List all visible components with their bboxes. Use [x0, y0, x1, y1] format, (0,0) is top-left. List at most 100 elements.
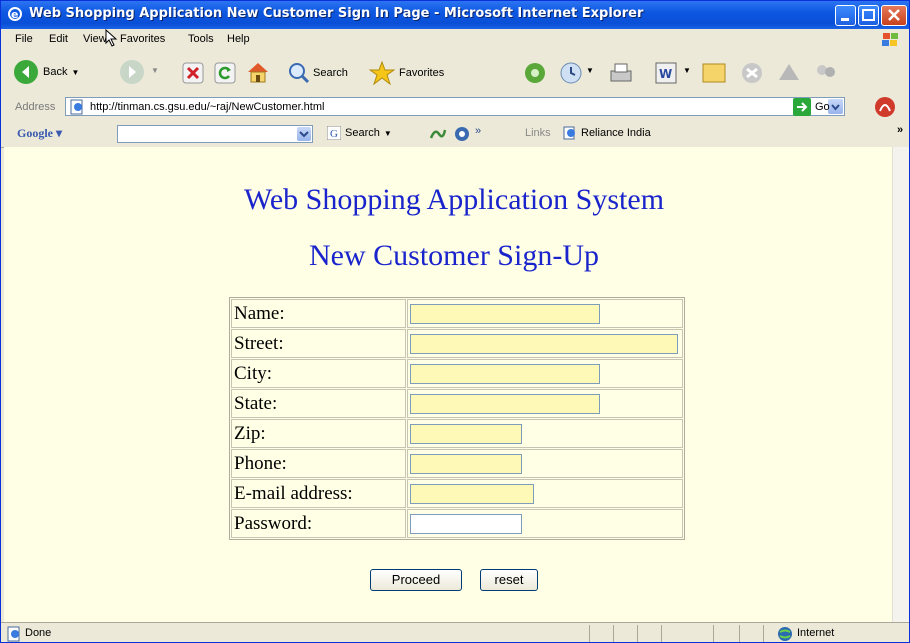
status-text: Done [25, 627, 52, 639]
form-row-street: Street: [231, 329, 683, 358]
forward-dropdown-icon[interactable]: ▼ [151, 66, 159, 75]
forward-arrow-icon [120, 60, 144, 84]
menu-file[interactable]: File [15, 33, 33, 45]
menu-edit[interactable]: Edit [49, 33, 68, 45]
city-input[interactable] [410, 363, 600, 384]
vertical-scrollbar[interactable] [892, 147, 909, 622]
print-icon[interactable] [608, 61, 634, 85]
window-title: Web Shopping Application New Customer Si… [29, 6, 644, 21]
popup-blocker-icon[interactable] [453, 125, 471, 143]
chevron-down-icon [299, 131, 309, 138]
favorites-button[interactable]: Favorites [369, 61, 444, 85]
form-row-email: E-mail address: [231, 479, 683, 508]
google-brand-label: Google [17, 126, 53, 140]
status-bar: Done Internet [1, 622, 909, 642]
title-bar[interactable]: e Web Shopping Application New Customer … [1, 1, 909, 29]
address-input[interactable]: http://tinman.cs.gsu.edu/~raj/NewCustome… [65, 97, 845, 116]
form-row-state: State: [231, 389, 683, 418]
page-heading: Web Shopping Application System [243, 183, 665, 216]
google-more-chevron[interactable]: » [475, 125, 481, 137]
reset-button[interactable]: reset [480, 569, 538, 591]
form-row-city: City: [231, 359, 683, 388]
go-arrow-icon [793, 98, 811, 116]
page-icon [563, 126, 575, 140]
email-cell [407, 479, 683, 508]
name-input[interactable] [410, 303, 600, 324]
history-icon[interactable] [559, 61, 585, 85]
pdf-icon[interactable] [873, 95, 897, 119]
street-label: Street: [231, 329, 406, 358]
city-cell [407, 359, 683, 388]
google-search-label: Search [345, 127, 380, 139]
close-button[interactable] [881, 5, 907, 26]
notes-folder-icon[interactable] [701, 60, 727, 84]
minimize-button[interactable] [835, 5, 856, 26]
back-button[interactable]: Back ▼ [13, 59, 79, 85]
status-divider [713, 625, 714, 642]
maximize-button[interactable] [858, 5, 879, 26]
home-icon[interactable] [245, 60, 271, 84]
proceed-button[interactable]: Proceed [370, 569, 462, 591]
menu-view[interactable]: View [83, 33, 107, 45]
status-divider [739, 625, 740, 642]
pagerank-icon[interactable] [429, 126, 447, 142]
back-label: Back [43, 66, 68, 78]
phone-input[interactable] [410, 453, 522, 474]
menu-favorites[interactable]: Favorites [120, 33, 165, 45]
phone-label: Phone: [231, 449, 406, 478]
zip-label: Zip: [231, 419, 406, 448]
menu-help[interactable]: Help [227, 33, 250, 45]
zip-input[interactable] [410, 423, 522, 444]
history-dropdown-icon[interactable]: ▼ [586, 66, 594, 75]
state-input[interactable] [410, 393, 600, 414]
google-search-dropdown-icon: ▼ [383, 128, 392, 138]
forward-button[interactable] [119, 59, 145, 88]
google-search-button[interactable]: G Search ▼ [327, 126, 392, 140]
stop-icon[interactable] [182, 62, 204, 84]
zone-text: Internet [797, 627, 835, 639]
password-cell [407, 509, 683, 538]
back-dropdown-icon[interactable]: ▼ [71, 68, 79, 77]
google-brand-button[interactable]: Google ▾ [17, 126, 62, 141]
street-input[interactable] [410, 333, 678, 354]
search-label: Search [313, 67, 348, 79]
google-search-input[interactable] [117, 125, 313, 143]
link-reliance-india[interactable]: Reliance India [563, 126, 651, 140]
google-dropdown-button[interactable] [297, 127, 311, 141]
browser-window: e Web Shopping Application New Customer … [0, 0, 910, 643]
mouse-cursor-icon [105, 29, 118, 47]
refresh-icon[interactable] [214, 62, 236, 84]
state-label: State: [231, 389, 406, 418]
research-icon[interactable] [775, 60, 803, 86]
street-cell [407, 329, 683, 358]
word-edit-icon[interactable]: W [655, 62, 677, 84]
form-row-phone: Phone: [231, 449, 683, 478]
media-icon[interactable] [523, 61, 547, 85]
signup-form-table: Name: Street: City: State: Zip: Phone: E… [229, 297, 685, 540]
go-label: Go [815, 101, 830, 113]
address-label: Address [15, 101, 56, 113]
address-url: http://tinman.cs.gsu.edu/~raj/NewCustome… [90, 101, 325, 113]
name-cell [407, 299, 683, 328]
address-dropdown-button[interactable] [828, 99, 843, 114]
close-icon [888, 9, 900, 21]
edit-dropdown-icon[interactable]: ▼ [683, 66, 691, 75]
page-subheading: New Customer Sign-Up [309, 239, 599, 272]
messenger-icon[interactable] [739, 61, 765, 85]
form-row-password: Password: [231, 509, 683, 538]
messenger-people-icon[interactable] [813, 61, 839, 85]
menu-tools[interactable]: Tools [188, 33, 214, 45]
scroll-down-button[interactable] [894, 605, 909, 620]
scroll-up-button[interactable] [894, 149, 909, 164]
svg-text:e: e [11, 8, 18, 21]
form-row-zip: Zip: [231, 419, 683, 448]
favorites-label: Favorites [399, 67, 445, 79]
status-divider [763, 625, 764, 642]
maximize-icon [862, 9, 875, 21]
go-button[interactable]: Go [793, 98, 830, 116]
toolbar-more-chevron[interactable]: » [897, 124, 903, 136]
password-input[interactable] [410, 513, 522, 534]
email-input[interactable] [410, 483, 534, 504]
city-label: City: [231, 359, 406, 388]
search-button[interactable]: Search [287, 62, 348, 84]
